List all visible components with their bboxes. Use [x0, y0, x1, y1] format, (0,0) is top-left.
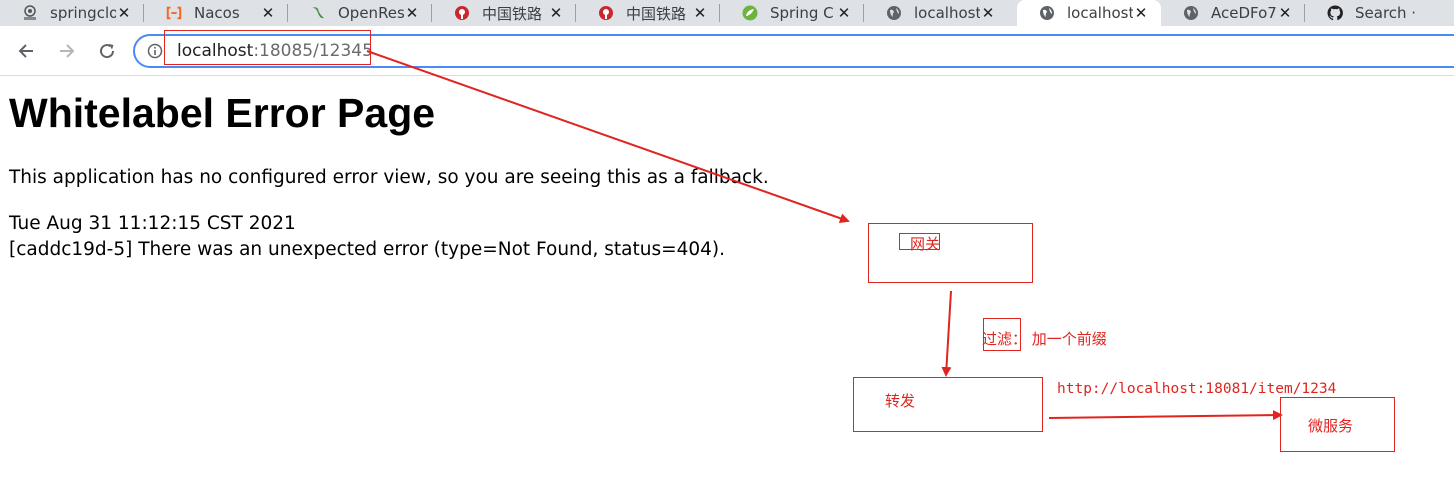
arrow-url-to-gateway: [366, 50, 850, 224]
arrow-forward-to-microservice: [1048, 410, 1283, 421]
arrow-gateway-to-forward: [941, 290, 952, 377]
annotation-arrows: [366, 50, 1283, 421]
